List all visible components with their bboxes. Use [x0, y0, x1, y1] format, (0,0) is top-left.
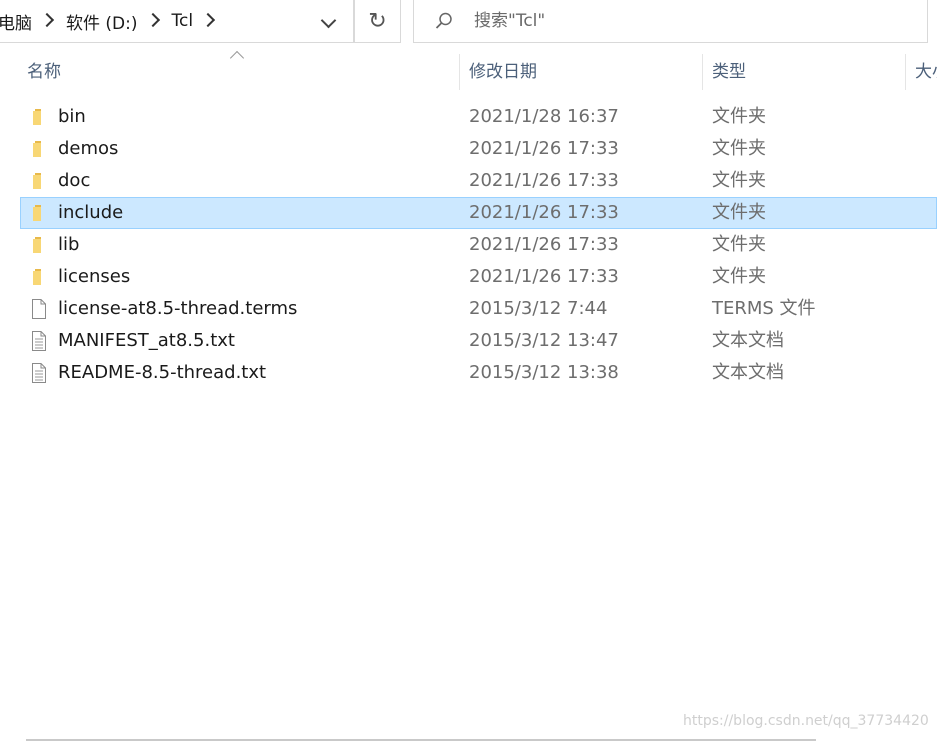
file-date: 2021/1/28 16:37	[469, 106, 619, 127]
search-icon	[435, 12, 452, 29]
file-date: 2015/3/12 13:38	[469, 362, 619, 383]
file-date: 2015/3/12 13:47	[469, 330, 619, 351]
search-input[interactable]	[472, 10, 876, 32]
file-name: demos	[58, 138, 119, 159]
breadcrumb-drive-d[interactable]: 软件 (D:)	[66, 9, 138, 34]
column-header: 名称 修改日期 类型 大小	[0, 52, 937, 92]
refresh-icon: ↻	[368, 8, 387, 34]
file-row[interactable]: licenses 2021/1/26 17:33 文件夹	[20, 261, 937, 293]
column-size[interactable]: 大小	[915, 52, 937, 92]
file-date: 2021/1/26 17:33	[469, 266, 619, 287]
chevron-right-icon[interactable]	[201, 12, 216, 28]
file-date: 2021/1/26 17:33	[469, 170, 619, 191]
file-row[interactable]: MANIFEST_at8.5.txt 2015/3/12 13:47 文本文档	[20, 325, 937, 357]
file-type: 文件夹	[712, 234, 766, 255]
file-row-selected[interactable]: include 2021/1/26 17:33 文件夹	[20, 197, 937, 229]
column-type[interactable]: 类型	[712, 52, 892, 92]
file-row[interactable]: bin 2021/1/28 16:37 文件夹	[20, 101, 937, 133]
chevron-down-icon[interactable]	[318, 13, 342, 33]
folder-icon	[33, 109, 41, 125]
file-row[interactable]: demos 2021/1/26 17:33 文件夹	[20, 133, 937, 165]
column-name[interactable]: 名称	[27, 52, 447, 92]
chevron-right-icon[interactable]	[39, 12, 55, 28]
folder-icon	[33, 237, 41, 253]
file-date: 2021/1/26 17:33	[469, 202, 619, 223]
file-date: 2021/1/26 17:33	[469, 138, 619, 159]
file-name: include	[58, 202, 124, 223]
address-bar[interactable]: 电脑 软件 (D:) Tcl	[0, 0, 354, 43]
column-divider[interactable]	[702, 54, 703, 90]
file-name: lib	[58, 234, 80, 255]
chevron-right-icon[interactable]	[145, 12, 160, 28]
file-type: 文件夹	[712, 202, 766, 223]
search-box[interactable]	[413, 0, 928, 43]
column-divider[interactable]	[459, 54, 460, 90]
file-icon	[32, 299, 46, 319]
file-date: 2021/1/26 17:33	[469, 234, 619, 255]
horizontal-scrollbar[interactable]	[26, 739, 816, 741]
file-name: README-8.5-thread.txt	[58, 362, 267, 383]
file-name: license-at8.5-thread.terms	[58, 298, 298, 319]
file-row[interactable]: lib 2021/1/26 17:33 文件夹	[20, 229, 937, 261]
folder-icon	[33, 269, 41, 285]
file-type: 文本文档	[712, 362, 784, 383]
folder-icon	[33, 205, 41, 221]
file-type: 文件夹	[712, 266, 766, 287]
file-row[interactable]: doc 2021/1/26 17:33 文件夹	[20, 165, 937, 197]
file-name: MANIFEST_at8.5.txt	[58, 330, 235, 351]
text-file-icon	[32, 331, 46, 351]
file-name: licenses	[58, 266, 131, 287]
file-name: bin	[58, 106, 86, 127]
column-date[interactable]: 修改日期	[469, 52, 689, 92]
file-type: 文件夹	[712, 106, 766, 127]
breadcrumb-computer[interactable]: 电脑	[0, 9, 32, 34]
file-name: doc	[58, 170, 91, 191]
text-file-icon	[32, 363, 46, 383]
navigation-bar: 电脑 软件 (D:) Tcl ↻	[0, 0, 937, 46]
file-type: 文本文档	[712, 330, 784, 351]
file-type: 文件夹	[712, 170, 766, 191]
refresh-button[interactable]: ↻	[354, 0, 401, 43]
folder-icon	[33, 173, 41, 189]
file-row[interactable]: license-at8.5-thread.terms 2015/3/12 7:4…	[20, 293, 937, 325]
breadcrumb-tcl[interactable]: Tcl	[172, 11, 194, 31]
file-type: 文件夹	[712, 138, 766, 159]
file-date: 2015/3/12 7:44	[469, 298, 608, 319]
file-row[interactable]: README-8.5-thread.txt 2015/3/12 13:38 文本…	[20, 357, 937, 389]
watermark: https://blog.csdn.net/qq_37734420	[683, 713, 929, 729]
file-type: TERMS 文件	[712, 298, 816, 319]
column-divider[interactable]	[905, 54, 906, 90]
folder-icon	[33, 141, 41, 157]
